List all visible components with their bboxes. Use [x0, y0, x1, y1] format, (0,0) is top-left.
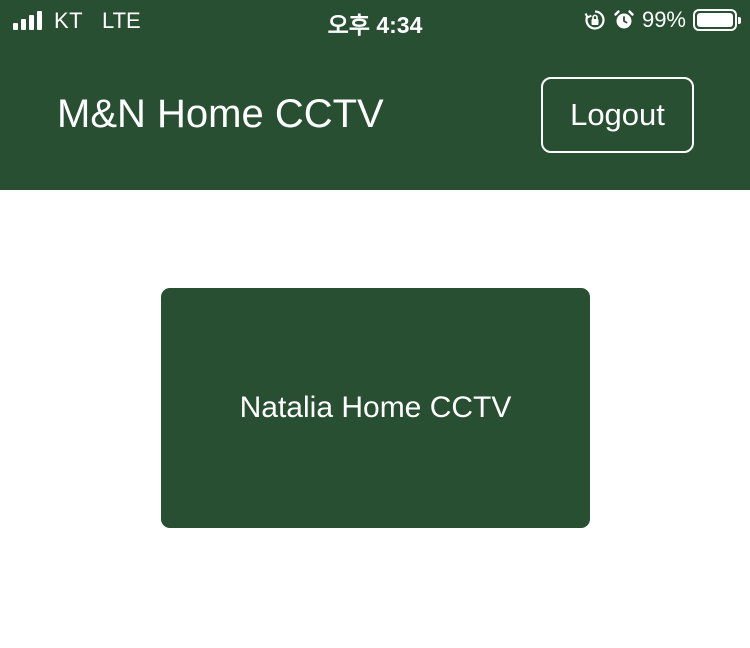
network-type: LTE — [102, 8, 141, 33]
carrier-name: KT — [54, 8, 84, 33]
logout-button[interactable]: Logout — [541, 77, 694, 153]
battery-icon — [693, 9, 741, 31]
alarm-icon — [614, 10, 634, 29]
camera-card-label: Natalia Home CCTV — [239, 391, 512, 424]
app-header: KT LTE 오후 4:34 99% M&N Home CCTV Logout — [0, 0, 750, 190]
battery-percent: 99% — [641, 7, 686, 32]
signal-bars-icon — [13, 10, 42, 30]
app-title: M&N Home CCTV — [57, 92, 384, 136]
rotation-lock-icon — [584, 10, 605, 30]
camera-card-natalia[interactable]: Natalia Home CCTV — [161, 288, 590, 528]
status-time: 오후 4:34 — [327, 12, 423, 38]
status-bar: KT LTE 오후 4:34 99% — [0, 0, 750, 40]
